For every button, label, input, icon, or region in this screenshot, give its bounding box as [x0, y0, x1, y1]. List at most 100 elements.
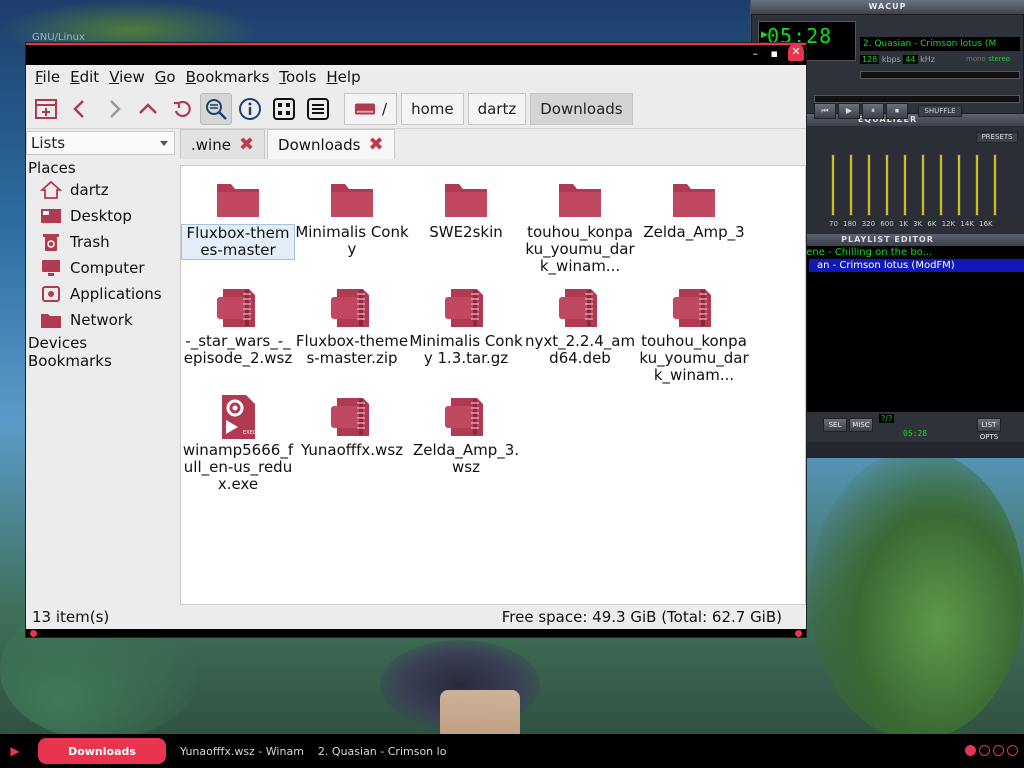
- file-item[interactable]: -_star_wars_-_episode_2.wsz: [181, 285, 295, 367]
- folder-item[interactable]: touhou_konpaku_youmu_dark_winam...: [523, 176, 637, 275]
- eq-slider[interactable]: [831, 154, 835, 216]
- play-button[interactable]: ▶: [838, 103, 860, 119]
- menu-triangle-icon[interactable]: ▶: [0, 744, 30, 758]
- sidebar-item-network[interactable]: Network: [40, 308, 133, 332]
- workspace-2[interactable]: [979, 745, 990, 756]
- bookmarks-heading[interactable]: Bookmarks: [28, 352, 112, 370]
- reload-button[interactable]: [166, 93, 198, 125]
- playlist-list-options-button[interactable]: LIST OPTS: [977, 418, 1001, 441]
- file-item[interactable]: touhou_konpaku_youmu_dark_winam...: [637, 285, 751, 384]
- sidebar-item-dartz[interactable]: dartz: [40, 178, 109, 202]
- new-tab-button[interactable]: [30, 93, 62, 125]
- info-icon: [239, 97, 261, 120]
- file-manager-window: – ▪ ✕ File Edit View Go Bookmarks Tools …: [25, 42, 807, 638]
- parent-folder-button[interactable]: [132, 93, 164, 125]
- eq-slider[interactable]: [921, 154, 925, 216]
- shuffle-button[interactable]: SHUFFLE: [918, 105, 962, 117]
- maximize-icon[interactable]: ▪: [771, 47, 778, 60]
- file-item[interactable]: Zelda_Amp_3.wsz: [409, 394, 523, 476]
- sidebar-item-label: Computer: [70, 259, 145, 277]
- winamp-title[interactable]: WACUP: [751, 0, 1024, 14]
- desktop-foliage: [810, 450, 1024, 740]
- thumbnail-view-button[interactable]: [268, 93, 300, 125]
- path-segment-dartz[interactable]: dartz: [467, 92, 527, 125]
- menu-help[interactable]: Help: [321, 68, 365, 86]
- sidebar-item-label: Trash: [70, 233, 110, 251]
- close-tab-icon[interactable]: ✖: [368, 134, 383, 155]
- eq-slider[interactable]: [849, 154, 853, 216]
- file-item[interactable]: nyxt_2.2.4_amd64.deb: [523, 285, 637, 367]
- file-name: -_star_wars_-_episode_2.wsz: [183, 332, 293, 367]
- menu-view[interactable]: View: [104, 68, 150, 86]
- taskbar-item-now-playing[interactable]: 2. Quasian - Crimson lo: [318, 745, 447, 758]
- icon-view-button[interactable]: [200, 92, 232, 125]
- tab-wine[interactable]: .wine ✖: [180, 129, 266, 159]
- sidebar-item-applications[interactable]: Applications: [40, 282, 162, 306]
- menu-edit[interactable]: Edit: [65, 68, 104, 86]
- seek-bar[interactable]: [814, 95, 1020, 103]
- sidebar-item-computer[interactable]: Computer: [40, 256, 145, 280]
- places-heading[interactable]: Places: [28, 159, 76, 177]
- archive-icon: [445, 289, 483, 327]
- playlist-sel-button[interactable]: SEL: [823, 418, 847, 432]
- folder-item[interactable]: Minimalis Conky: [295, 176, 409, 258]
- folder-item[interactable]: SWE2skin: [409, 176, 523, 241]
- workspace-1[interactable]: [965, 745, 976, 756]
- eq-slider[interactable]: [993, 154, 997, 216]
- file-name: Fluxbox-themes-master: [181, 224, 295, 260]
- workspace-4[interactable]: [1007, 745, 1018, 756]
- back-button[interactable]: [64, 93, 96, 125]
- file-item[interactable]: Yunaofffx.wsz: [295, 394, 409, 459]
- sidebar-item-desktop[interactable]: Desktop: [40, 204, 132, 228]
- eq-slider[interactable]: [885, 154, 889, 216]
- menu-tools[interactable]: Tools: [274, 68, 321, 86]
- folder-item[interactable]: Fluxbox-themes-master: [181, 176, 295, 260]
- path-segment-root[interactable]: /: [344, 92, 398, 125]
- sidebar-item-label: Applications: [70, 285, 162, 303]
- eq-slider[interactable]: [957, 154, 961, 216]
- file-name: Minimalis Conky 1.3.tar.gz: [409, 332, 523, 367]
- taskbar-item-downloads[interactable]: Downloads: [38, 738, 166, 764]
- file-item[interactable]: Minimalis Conky 1.3.tar.gz: [409, 285, 523, 367]
- volume-slider[interactable]: [860, 71, 1020, 79]
- close-tab-icon[interactable]: ✖: [239, 134, 254, 155]
- eq-slider[interactable]: [939, 154, 943, 216]
- previous-button[interactable]: ⏮: [814, 103, 836, 119]
- playlist-item-selected[interactable]: an - Crimson lotus (ModFM): [809, 259, 1024, 272]
- path-segment-downloads[interactable]: Downloads: [530, 92, 633, 125]
- sidebar-item-trash[interactable]: Trash: [40, 230, 110, 254]
- pause-button[interactable]: ⏸: [862, 103, 884, 119]
- path-segment-home[interactable]: home: [401, 92, 464, 125]
- playlist-misc-button[interactable]: MISC: [849, 418, 873, 432]
- eq-slider[interactable]: [867, 154, 871, 216]
- eq-presets-button[interactable]: PRESETS: [976, 132, 1018, 143]
- eq-band-labels: 70 180 320 600 1K 3K 6K 12K 14K 16K: [829, 220, 993, 228]
- menu-file[interactable]: File: [30, 68, 65, 86]
- stop-button[interactable]: ⏹: [886, 103, 908, 119]
- new-tab-icon: [35, 98, 57, 119]
- file-grid[interactable]: Fluxbox-themes-master Minimalis Conky SWE2…: [180, 165, 806, 605]
- transport-controls: ⏮ ▶ ⏸ ⏹: [814, 103, 908, 119]
- file-item[interactable]: Fluxbox-themes-master.zip: [295, 285, 409, 367]
- eq-slider[interactable]: [975, 154, 979, 216]
- file-item[interactable]: EXEC winamp5666_full_en-us_redux.exe: [181, 394, 295, 493]
- list-view-button[interactable]: [302, 93, 334, 125]
- eq-slider[interactable]: [903, 154, 907, 216]
- properties-button[interactable]: [234, 93, 266, 125]
- workspace-3[interactable]: [993, 745, 1004, 756]
- sidebar: Lists Places dartz Desktop Trash Compute…: [26, 131, 179, 601]
- sidebar-mode-select[interactable]: Lists: [26, 131, 175, 155]
- forward-button[interactable]: [98, 93, 130, 125]
- tab-downloads[interactable]: Downloads ✖: [267, 129, 395, 159]
- taskbar-item-winamp-skin[interactable]: Yunaofffx.wsz - Winam: [180, 745, 304, 758]
- window-titlebar[interactable]: – ▪ ✕: [26, 43, 806, 65]
- menu-bookmarks[interactable]: Bookmarks: [181, 68, 275, 86]
- file-name: SWE2skin: [429, 223, 503, 241]
- menu-go[interactable]: Go: [150, 68, 181, 86]
- devices-heading[interactable]: Devices: [28, 334, 87, 352]
- folder-item[interactable]: Zelda_Amp_3: [637, 176, 751, 241]
- close-icon[interactable]: ✕: [788, 43, 804, 61]
- winamp-bitrate: 128 kbps 44 kHz: [860, 55, 935, 64]
- trash-icon: [43, 234, 59, 251]
- minimize-icon[interactable]: –: [753, 47, 759, 60]
